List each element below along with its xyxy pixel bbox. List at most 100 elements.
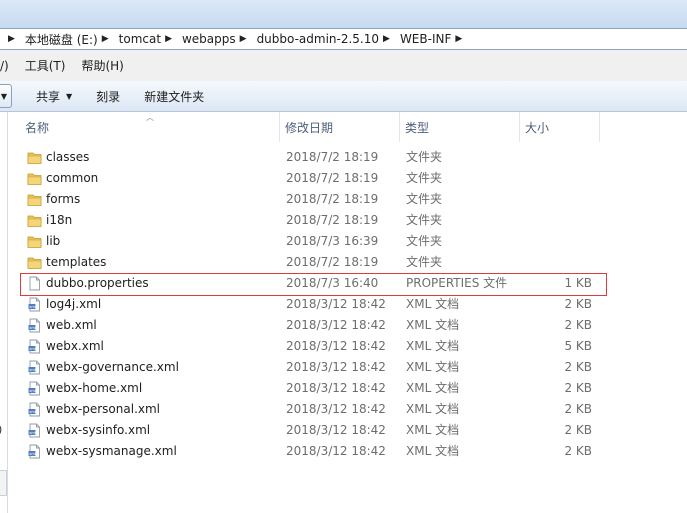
file-type: XML 文档 — [406, 381, 460, 395]
breadcrumb-label[interactable]: dubbo-admin-2.5.10 — [257, 32, 379, 46]
file-row[interactable]: xml webx.xml 2018/3/12 18:42 XML 文档 5 KB — [0, 336, 687, 357]
xml-file-icon: xml — [27, 423, 42, 438]
breadcrumb-web-inf[interactable]: WEB-INF ▶ — [398, 29, 470, 49]
column-header-date[interactable]: 修改日期 — [280, 112, 400, 142]
chevron-right-icon[interactable]: ▶ — [8, 34, 15, 44]
file-row[interactable]: xml webx-home.xml 2018/3/12 18:42 XML 文档 2 K… — [0, 378, 687, 399]
folder-icon — [27, 234, 42, 249]
file-name: common — [46, 171, 99, 185]
file-name: classes — [46, 150, 90, 164]
breadcrumb-label[interactable]: 本地磁盘 (E:) — [25, 31, 98, 48]
svg-text:xml: xml — [29, 347, 36, 351]
file-modified-date: 2018/3/12 18:42 — [286, 318, 386, 332]
file-row[interactable]: forms 2018/7/2 18:19 文件夹 — [0, 189, 687, 210]
file-type: 文件夹 — [406, 171, 443, 185]
file-row[interactable]: common 2018/7/2 18:19 文件夹 — [0, 168, 687, 189]
breadcrumb-label[interactable]: tomcat — [119, 32, 161, 46]
svg-text:xml: xml — [29, 389, 36, 393]
column-header-size[interactable]: 大小 — [520, 112, 600, 142]
file-name: webx-sysinfo.xml — [46, 423, 151, 437]
file-type: XML 文档 — [406, 318, 460, 332]
file-row[interactable]: xml webx-governance.xml 2018/3/12 18:42 XML… — [0, 357, 687, 378]
chevron-right-icon[interactable]: ▶ — [383, 34, 390, 44]
file-size — [520, 231, 592, 252]
file-name: webx.xml — [46, 339, 104, 353]
file-row[interactable]: xml webx-sysmanage.xml 2018/3/12 18:42 XML … — [0, 441, 687, 462]
breadcrumb-dubbo-admin[interactable]: dubbo-admin-2.5.10 ▶ — [255, 29, 398, 49]
file-size — [520, 210, 592, 231]
column-headers: ︿ 名称 修改日期 类型 大小 — [20, 112, 687, 142]
breadcrumb-root-arrow[interactable]: ▶ — [2, 29, 23, 49]
svg-text:xml: xml — [29, 431, 36, 435]
file-row[interactable]: xml web.xml 2018/3/12 18:42 XML 文档 2 KB — [0, 315, 687, 336]
chevron-right-icon[interactable]: ▶ — [102, 34, 109, 44]
file-name: templates — [46, 255, 107, 269]
command-toolbar: ▼ 共享 ▼ 刻录 新建文件夹 — [0, 81, 687, 112]
file-name: web.xml — [46, 318, 97, 332]
file-size: 2 KB — [564, 423, 592, 437]
file-modified-date: 2018/3/12 18:42 — [286, 402, 386, 416]
new-folder-button[interactable]: 新建文件夹 — [132, 88, 216, 105]
menu-bar: /) 工具(T) 帮助(H) — [0, 50, 687, 81]
file-name: webx-governance.xml — [46, 360, 179, 374]
file-row[interactable]: lib 2018/7/3 16:39 文件夹 — [0, 231, 687, 252]
file-size: 5 KB — [564, 339, 592, 353]
file-size: 2 KB — [564, 402, 592, 416]
file-modified-date: 2018/3/12 18:42 — [286, 339, 386, 353]
file-size: 2 KB — [564, 318, 592, 332]
file-size: 2 KB — [564, 381, 592, 395]
svg-text:xml: xml — [29, 305, 36, 309]
xml-file-icon: xml — [27, 339, 42, 354]
chevron-right-icon[interactable]: ▶ — [455, 34, 462, 44]
folder-icon — [27, 171, 42, 186]
file-type: XML 文档 — [406, 339, 460, 353]
menu-item-partial[interactable]: /) — [0, 59, 17, 73]
chevron-right-icon[interactable]: ▶ — [165, 34, 172, 44]
breadcrumb-tomcat[interactable]: tomcat ▶ — [117, 29, 180, 49]
xml-file-icon: xml — [27, 381, 42, 396]
chevron-right-icon[interactable]: ▶ — [240, 34, 247, 44]
file-modified-date: 2018/7/2 18:19 — [286, 150, 379, 164]
file-row[interactable]: xml log4j.xml 2018/3/12 18:42 XML 文档 2 KB — [0, 294, 687, 315]
file-size: 2 KB — [564, 444, 592, 458]
chevron-down-icon: ▼ — [66, 91, 73, 101]
file-row[interactable]: xml webx-sysinfo.xml 2018/3/12 18:42 XML 文档… — [0, 420, 687, 441]
toolbar-dropdown-stub[interactable]: ▼ — [0, 84, 12, 108]
file-modified-date: 2018/7/2 18:19 — [286, 171, 379, 185]
breadcrumb-label[interactable]: WEB-INF — [400, 32, 451, 46]
share-button[interactable]: 共享 ▼ — [12, 88, 84, 105]
file-type: XML 文档 — [406, 423, 460, 437]
column-header-type[interactable]: 类型 — [400, 112, 520, 142]
file-modified-date: 2018/3/12 18:42 — [286, 444, 386, 458]
nav-scrollbar[interactable] — [0, 470, 7, 496]
burn-button[interactable]: 刻录 — [84, 88, 132, 105]
file-modified-date: 2018/3/12 18:42 — [286, 297, 386, 311]
window-title-bar — [0, 0, 687, 30]
column-header-name[interactable]: 名称 — [20, 112, 280, 142]
chevron-down-icon: ▼ — [0, 91, 8, 101]
breadcrumb-drive[interactable]: 本地磁盘 (E:) ▶ — [23, 29, 117, 49]
file-row[interactable]: xml webx-personal.xml 2018/3/12 18:42 XML 文… — [0, 399, 687, 420]
breadcrumb-webapps[interactable]: webapps ▶ — [180, 29, 255, 49]
file-type: 文件夹 — [406, 192, 443, 206]
file-type: XML 文档 — [406, 444, 460, 458]
file-row[interactable]: i18n 2018/7/2 18:19 文件夹 — [0, 210, 687, 231]
folder-icon — [27, 192, 42, 207]
svg-text:xml: xml — [29, 368, 36, 372]
xml-file-icon: xml — [27, 360, 42, 375]
file-row[interactable]: classes 2018/7/2 18:19 文件夹 — [0, 147, 687, 168]
address-bar[interactable]: ▶ 本地磁盘 (E:) ▶ tomcat ▶ webapps ▶ dubbo-a… — [0, 28, 687, 50]
file-modified-date: 2018/3/12 18:42 — [286, 360, 386, 374]
column-header-label: 大小 — [525, 120, 550, 135]
file-type: XML 文档 — [406, 297, 460, 311]
menu-item-help[interactable]: 帮助(H) — [73, 57, 131, 74]
file-type: 文件夹 — [406, 150, 443, 164]
file-type: 文件夹 — [406, 234, 443, 248]
highlight-box — [20, 273, 607, 296]
new-folder-button-label: 新建文件夹 — [144, 89, 205, 104]
file-row[interactable]: templates 2018/7/2 18:19 文件夹 — [0, 252, 687, 273]
menu-item-tools[interactable]: 工具(T) — [17, 57, 74, 74]
file-modified-date: 2018/7/2 18:19 — [286, 213, 379, 227]
file-type: XML 文档 — [406, 360, 460, 374]
breadcrumb-label[interactable]: webapps — [182, 32, 236, 46]
